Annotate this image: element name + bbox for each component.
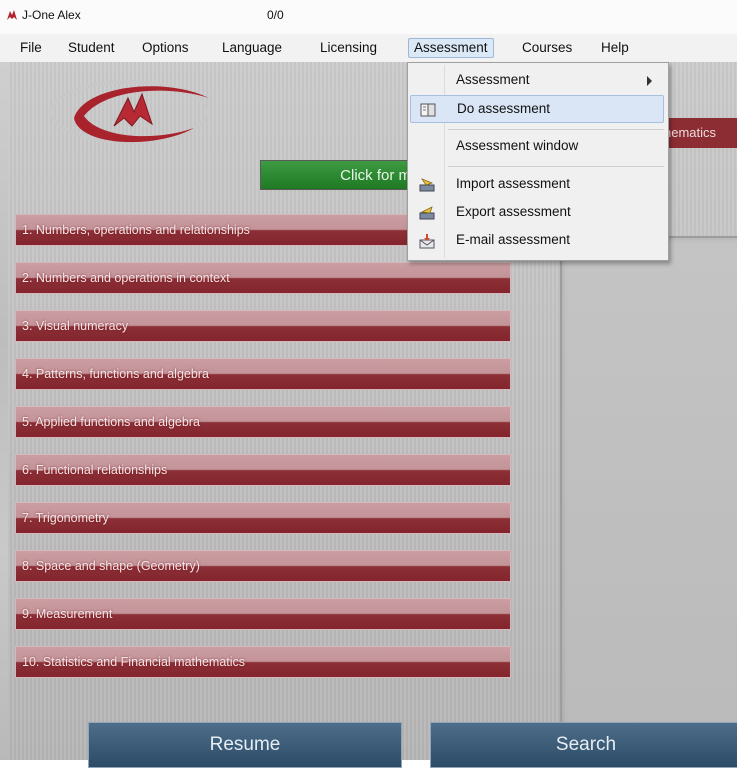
menu-bar: File Student Options Language Licensing … bbox=[0, 34, 737, 63]
dd-label: Assessment window bbox=[456, 138, 579, 153]
window-title: J-One Alex bbox=[22, 8, 81, 22]
resume-button[interactable]: Resume bbox=[88, 722, 402, 768]
menu-help[interactable]: Help bbox=[596, 38, 634, 58]
email-icon bbox=[419, 234, 435, 249]
app-logo bbox=[49, 80, 209, 144]
topic-button-6[interactable]: 6. Functional relationships bbox=[15, 454, 511, 486]
dd-label: Export assessment bbox=[456, 204, 571, 219]
click-for-more-button[interactable]: Click for m bbox=[260, 160, 420, 190]
dd-do-assessment[interactable]: Do assessment bbox=[410, 95, 664, 123]
topic-label: 2. Numbers and operations in context bbox=[22, 271, 230, 285]
submenu-arrow-icon bbox=[647, 76, 652, 86]
progress-counter: 0/0 bbox=[267, 8, 284, 22]
topic-button-9[interactable]: 9. Measurement bbox=[15, 598, 511, 630]
course-header: hematics bbox=[664, 118, 737, 148]
menu-courses[interactable]: Courses bbox=[517, 38, 577, 58]
menu-licensing[interactable]: Licensing bbox=[315, 38, 382, 58]
dd-assessment-window[interactable]: Assessment window bbox=[410, 133, 664, 161]
topic-label: 5. Applied functions and algebra bbox=[22, 415, 200, 429]
topic-button-7[interactable]: 7. Trigonometry bbox=[15, 502, 511, 534]
title-bar: J-One Alex 0/0 bbox=[0, 0, 737, 34]
menu-separator bbox=[448, 129, 664, 130]
menu-options[interactable]: Options bbox=[137, 38, 194, 58]
menu-language[interactable]: Language bbox=[217, 38, 287, 58]
topic-label: 3. Visual numeracy bbox=[22, 319, 129, 333]
search-button[interactable]: Search bbox=[430, 722, 737, 768]
info-panel bbox=[560, 236, 737, 758]
dd-label: Import assessment bbox=[456, 176, 571, 191]
topic-label: 8. Space and shape (Geometry) bbox=[22, 559, 200, 573]
topic-label: 6. Functional relationships bbox=[22, 463, 168, 477]
topic-label: 10. Statistics and Financial mathematics bbox=[22, 655, 246, 669]
menu-separator bbox=[448, 166, 664, 167]
topic-button-10[interactable]: 10. Statistics and Financial mathematics bbox=[15, 646, 511, 678]
topic-label: 7. Trigonometry bbox=[22, 511, 109, 525]
dd-export-assessment[interactable]: Export assessment bbox=[410, 199, 664, 227]
menu-file[interactable]: File bbox=[15, 38, 47, 58]
dd-assessment-submenu[interactable]: Assessment bbox=[410, 67, 664, 95]
topic-button-4[interactable]: 4. Patterns, functions and algebra bbox=[15, 358, 511, 390]
dd-import-assessment[interactable]: Import assessment bbox=[410, 171, 664, 199]
menu-student[interactable]: Student bbox=[63, 38, 120, 58]
dd-label: E-mail assessment bbox=[456, 232, 571, 247]
dd-email-assessment[interactable]: E-mail assessment bbox=[410, 227, 664, 255]
assessment-dropdown: Assessment Do assessment Assessment wind… bbox=[407, 62, 669, 261]
book-icon bbox=[420, 103, 436, 117]
export-icon bbox=[419, 206, 435, 220]
menu-assessment[interactable]: Assessment bbox=[408, 38, 494, 58]
topic-label: 1. Numbers, operations and relationships bbox=[22, 223, 250, 237]
dd-label: Assessment bbox=[456, 72, 530, 87]
topic-label: 4. Patterns, functions and algebra bbox=[22, 367, 209, 381]
topic-button-2[interactable]: 2. Numbers and operations in context bbox=[15, 262, 511, 294]
topic-button-8[interactable]: 8. Space and shape (Geometry) bbox=[15, 550, 511, 582]
import-icon bbox=[419, 178, 435, 192]
topic-button-5[interactable]: 5. Applied functions and algebra bbox=[15, 406, 511, 438]
app-logo-icon bbox=[7, 10, 17, 20]
topic-label: 9. Measurement bbox=[22, 607, 113, 621]
dd-label: Do assessment bbox=[457, 101, 551, 116]
topic-button-3[interactable]: 3. Visual numeracy bbox=[15, 310, 511, 342]
